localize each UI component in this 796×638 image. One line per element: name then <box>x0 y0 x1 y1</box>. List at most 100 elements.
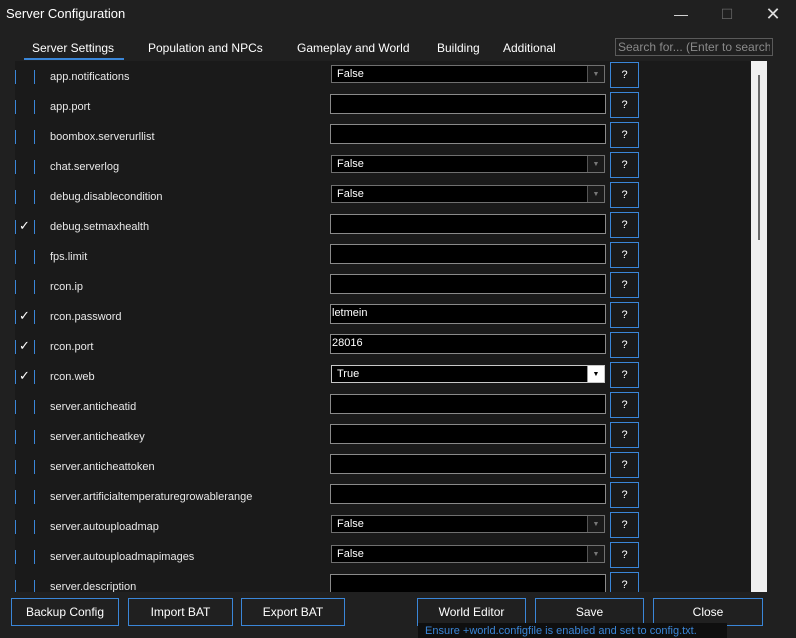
backup-config-button[interactable]: Backup Config <box>11 598 119 626</box>
setting-value-input[interactable] <box>330 394 606 414</box>
setting-value-input[interactable] <box>330 574 606 592</box>
dropdown-value: False <box>337 68 364 80</box>
chevron-down-icon[interactable]: ▼ <box>587 156 604 172</box>
setting-row: server.autouploadmapimages False ▼? <box>15 542 755 572</box>
import-bat-button[interactable]: Import BAT <box>128 598 233 626</box>
tab-population-and-npcs[interactable]: Population and NPCs <box>148 41 263 55</box>
setting-row: chat.serverlog False ▼? <box>15 152 755 182</box>
setting-checkbox[interactable] <box>15 70 35 84</box>
checkmark-icon: ✓ <box>19 218 30 233</box>
setting-checkbox[interactable]: ✓ <box>15 338 35 354</box>
export-bat-button[interactable]: Export BAT <box>241 598 345 626</box>
setting-label: server.anticheattoken <box>50 461 155 473</box>
setting-row: server.anticheatkey? <box>15 422 755 452</box>
close-window-icon[interactable]: ✕ <box>750 0 796 28</box>
setting-row: app.notifications False ▼? <box>15 62 755 92</box>
tab-additional[interactable]: Additional <box>503 41 556 55</box>
setting-label: fps.limit <box>50 251 88 263</box>
setting-value-input[interactable]: letmein <box>330 304 606 324</box>
help-button[interactable]: ? <box>610 512 639 538</box>
setting-label: rcon.web <box>50 371 95 383</box>
vertical-scrollbar[interactable] <box>751 61 767 592</box>
setting-row: boombox.serverurllist? <box>15 122 755 152</box>
help-button[interactable]: ? <box>610 152 639 178</box>
status-message: Ensure +world.configfile is enabled and … <box>418 623 727 638</box>
save-button[interactable]: Save <box>535 598 644 626</box>
dropdown-value: False <box>337 158 364 170</box>
setting-checkbox[interactable] <box>15 580 35 592</box>
setting-row: rcon.ip? <box>15 272 755 302</box>
tab-building[interactable]: Building <box>437 41 480 55</box>
setting-checkbox[interactable]: ✓ <box>15 218 35 234</box>
tab-gameplay-and-world[interactable]: Gameplay and World <box>297 41 410 55</box>
setting-label: server.autouploadmap <box>50 521 159 533</box>
setting-value-input[interactable]: 28016 <box>330 334 606 354</box>
help-button[interactable]: ? <box>610 482 639 508</box>
setting-dropdown[interactable]: False ▼ <box>331 155 605 173</box>
setting-value-input[interactable] <box>330 124 606 144</box>
setting-label: server.autouploadmapimages <box>50 551 195 563</box>
setting-checkbox[interactable] <box>15 100 35 114</box>
setting-value-input[interactable] <box>330 454 606 474</box>
help-button[interactable]: ? <box>610 62 639 88</box>
setting-checkbox[interactable] <box>15 190 35 204</box>
setting-label: server.anticheatid <box>50 401 137 413</box>
setting-value-input[interactable] <box>330 274 606 294</box>
setting-checkbox[interactable] <box>15 160 35 174</box>
setting-checkbox[interactable] <box>15 550 35 564</box>
setting-checkbox[interactable] <box>15 400 35 414</box>
setting-dropdown[interactable]: True ▼ <box>331 365 605 383</box>
help-button[interactable]: ? <box>610 422 639 448</box>
tab-server-settings[interactable]: Server Settings <box>23 41 125 60</box>
help-button[interactable]: ? <box>610 572 639 592</box>
help-button[interactable]: ? <box>610 182 639 208</box>
setting-label: chat.serverlog <box>50 161 120 173</box>
chevron-down-icon[interactable]: ▼ <box>587 66 604 82</box>
setting-dropdown[interactable]: False ▼ <box>331 515 605 533</box>
setting-label: app.notifications <box>50 71 130 83</box>
help-button[interactable]: ? <box>610 272 639 298</box>
setting-checkbox[interactable] <box>15 430 35 444</box>
setting-dropdown[interactable]: False ▼ <box>331 185 605 203</box>
scrollbar-thumb[interactable] <box>758 75 760 240</box>
help-button[interactable]: ? <box>610 452 639 478</box>
close-button[interactable]: Close <box>653 598 763 626</box>
help-button[interactable]: ? <box>610 332 639 358</box>
setting-checkbox[interactable]: ✓ <box>15 368 35 384</box>
setting-checkbox[interactable] <box>15 250 35 264</box>
setting-dropdown[interactable]: False ▼ <box>331 65 605 83</box>
setting-checkbox[interactable] <box>15 520 35 534</box>
setting-row: ✓ debug.setmaxhealth? <box>15 212 755 242</box>
setting-label: server.anticheatkey <box>50 431 145 443</box>
setting-dropdown[interactable]: False ▼ <box>331 545 605 563</box>
chevron-down-icon[interactable]: ▼ <box>587 186 604 202</box>
setting-checkbox[interactable] <box>15 280 35 294</box>
setting-value-input[interactable] <box>330 484 606 504</box>
help-button[interactable]: ? <box>610 302 639 328</box>
help-button[interactable]: ? <box>610 392 639 418</box>
setting-value-input[interactable] <box>330 94 606 114</box>
search-input[interactable] <box>615 38 773 56</box>
maximize-icon[interactable]: ☐ <box>704 0 750 28</box>
world-editor-button[interactable]: World Editor <box>417 598 526 626</box>
help-button[interactable]: ? <box>610 242 639 268</box>
help-button[interactable]: ? <box>610 92 639 118</box>
setting-value-input[interactable] <box>330 424 606 444</box>
chevron-down-icon[interactable]: ▼ <box>587 546 604 562</box>
chevron-down-icon[interactable]: ▼ <box>587 516 604 532</box>
setting-label: rcon.password <box>50 311 122 323</box>
help-button[interactable]: ? <box>610 362 639 388</box>
setting-checkbox[interactable] <box>15 130 35 144</box>
setting-checkbox[interactable] <box>15 460 35 474</box>
setting-checkbox[interactable] <box>15 490 35 504</box>
setting-label: app.port <box>50 101 91 113</box>
minimize-icon[interactable]: — <box>658 0 704 28</box>
help-button[interactable]: ? <box>610 122 639 148</box>
help-button[interactable]: ? <box>610 212 639 238</box>
chevron-down-icon[interactable]: ▼ <box>587 366 604 382</box>
setting-row: ✓ rcon.port 28016? <box>15 332 755 362</box>
setting-checkbox[interactable]: ✓ <box>15 308 35 324</box>
setting-value-input[interactable] <box>330 244 606 264</box>
help-button[interactable]: ? <box>610 542 639 568</box>
setting-value-input[interactable] <box>330 214 606 234</box>
